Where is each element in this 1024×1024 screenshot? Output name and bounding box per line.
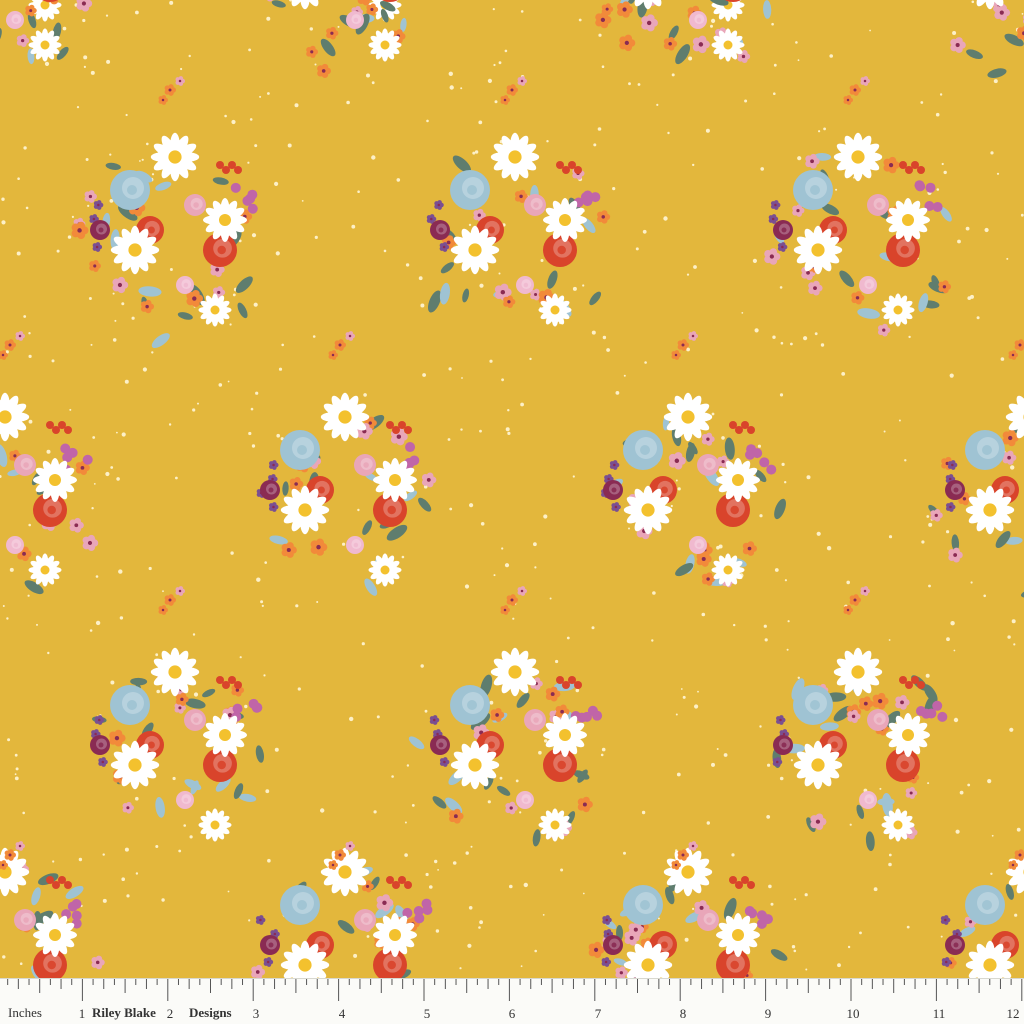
ruler-brand-label-2: Designs — [189, 1005, 232, 1020]
fabric-swatch: Inches Riley Blake Designs 1 2 3 4 5 6 7… — [0, 0, 1024, 1024]
ruler-unit-label: Inches — [8, 1005, 42, 1020]
ruler-number-6: 6 — [508, 1006, 516, 1021]
ruler-number-10: 10 — [846, 1006, 860, 1021]
floral-pattern — [0, 0, 1024, 978]
ruler-number-5: 5 — [423, 1006, 431, 1021]
ruler-number-3: 3 — [252, 1006, 260, 1021]
ruler-number-1: 1 — [78, 1006, 86, 1021]
measuring-ruler: Inches Riley Blake Designs 1 2 3 4 5 6 7… — [0, 978, 1024, 1024]
ruler-number-4: 4 — [338, 1006, 346, 1021]
ruler-number-8: 8 — [679, 1006, 687, 1021]
ruler-number-2: 2 — [166, 1006, 174, 1021]
ruler-number-12: 12 — [1006, 1006, 1020, 1021]
ruler-number-9: 9 — [764, 1006, 772, 1021]
ruler-brand-label: Riley Blake — [92, 1005, 156, 1020]
ruler-number-11: 11 — [932, 1006, 946, 1021]
ruler-number-7: 7 — [594, 1006, 602, 1021]
